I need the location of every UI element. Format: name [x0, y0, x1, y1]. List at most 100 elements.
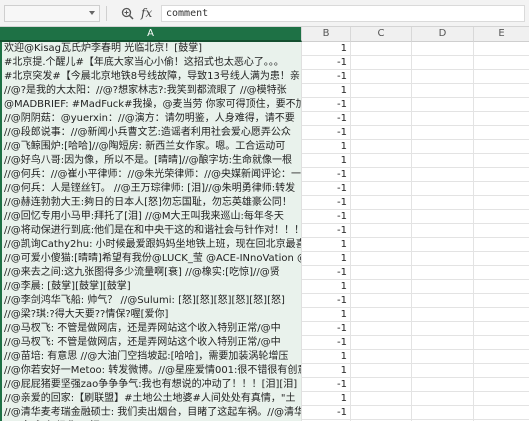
cell-label[interactable]: 1 [302, 350, 351, 364]
empty-cell[interactable] [412, 56, 474, 70]
empty-cell[interactable] [351, 154, 412, 168]
empty-cell[interactable] [412, 266, 474, 280]
cell-label[interactable]: -1 [302, 266, 351, 280]
cell-comment[interactable]: //@来去之间:这九张图得多少流量啊[衰] //@橡实:[吃惊]//@贤 [0, 266, 302, 280]
empty-cell[interactable] [412, 196, 474, 210]
column-header-a[interactable]: A [0, 27, 302, 42]
cell-comment[interactable]: //@亲爱的回家:【刷联盟】#土地公土地婆#人间处处有真情，"土 [0, 392, 302, 406]
empty-cell[interactable] [351, 196, 412, 210]
cell-comment[interactable]: #北京提.个醒儿#【年底大家当心小偷！这招式也太恶心了。。。 [0, 56, 302, 70]
empty-cell[interactable] [412, 98, 474, 112]
cell-comment[interactable]: //@将动保进行到底:他们是在和中央干这的和谐社会与针作对！！！ [0, 224, 302, 238]
empty-cell[interactable] [351, 308, 412, 322]
empty-cell[interactable] [351, 210, 412, 224]
cell-label[interactable]: 1 [302, 252, 351, 266]
cell-comment[interactable]: //@屁屁猪要坚强zao争争争气:我也有想说的冲动了！！！[泪][泪] [0, 378, 302, 392]
cell-label[interactable]: 1 [302, 140, 351, 154]
empty-cell[interactable] [351, 280, 412, 294]
cell-label[interactable]: -1 [302, 322, 351, 336]
cell-label[interactable]: -1 [302, 378, 351, 392]
empty-cell[interactable] [474, 238, 529, 252]
empty-cell[interactable] [351, 126, 412, 140]
empty-cell[interactable] [474, 336, 529, 350]
empty-cell[interactable] [412, 336, 474, 350]
cell-label[interactable]: 1 [302, 308, 351, 322]
empty-cell[interactable] [351, 252, 412, 266]
cell-label[interactable]: 1 [302, 364, 351, 378]
empty-cell[interactable] [474, 98, 529, 112]
empty-cell[interactable] [412, 210, 474, 224]
empty-cell[interactable] [351, 70, 412, 84]
empty-cell[interactable] [474, 154, 529, 168]
empty-cell[interactable] [474, 224, 529, 238]
empty-cell[interactable] [351, 238, 412, 252]
cell-comment[interactable]: //@可爱小傻猫:[晴晴]希望有我份@LUCK_莹 @ACE-INnoVatio… [0, 252, 302, 266]
empty-cell[interactable] [474, 84, 529, 98]
empty-cell[interactable] [412, 294, 474, 308]
empty-cell[interactable] [474, 294, 529, 308]
empty-cell[interactable] [474, 70, 529, 84]
empty-cell[interactable] [351, 392, 412, 406]
cell-comment[interactable]: //@梁?琪:?得大天要??情保?喔[爱你] [0, 308, 302, 322]
empty-cell[interactable] [351, 322, 412, 336]
cell-label[interactable]: -1 [302, 406, 351, 420]
empty-cell[interactable] [351, 350, 412, 364]
empty-cell[interactable] [412, 112, 474, 126]
empty-cell[interactable] [412, 322, 474, 336]
empty-cell[interactable] [351, 168, 412, 182]
empty-cell[interactable] [412, 350, 474, 364]
cell-comment[interactable]: #北京突发#【今晨北京地铁8号线故障，导致13号线人满为患！亲 [0, 70, 302, 84]
cell-comment[interactable]: //@李晨: [鼓掌][鼓掌][鼓掌] [0, 280, 302, 294]
cell-comment[interactable]: //@飞鲸围炉:[哈哈]//@陶短房: 新西兰女作家。嗯。工合运动可 [0, 140, 302, 154]
empty-cell[interactable] [351, 56, 412, 70]
empty-cell[interactable] [474, 252, 529, 266]
empty-cell[interactable] [412, 364, 474, 378]
empty-cell[interactable] [351, 294, 412, 308]
cell-comment[interactable]: //@回忆专用小马甲:拜托了[泪] //@M大王叫我来巡山:每年冬天 [0, 210, 302, 224]
cell-comment[interactable]: //@李剑鸿华飞船: 帅气？ //@Sulumi: [怒][怒][怒][怒][怒… [0, 294, 302, 308]
empty-cell[interactable] [474, 182, 529, 196]
empty-cell[interactable] [474, 196, 529, 210]
empty-cell[interactable] [474, 140, 529, 154]
chevron-down-icon[interactable] [89, 11, 95, 15]
empty-cell[interactable] [474, 266, 529, 280]
empty-cell[interactable] [474, 322, 529, 336]
empty-cell[interactable] [351, 84, 412, 98]
empty-cell[interactable] [412, 406, 474, 420]
cell-comment[interactable]: @MADBRIEF: #MadFuck#我操，@麦当劳 你家可得顶住，要不加班 [0, 98, 302, 112]
cell-label[interactable]: -1 [302, 112, 351, 126]
cell-comment[interactable]: //@清华麦考瑞金融硕士: 我们卖出烟台，目睹了这起车祸。//@清华 [0, 406, 302, 420]
empty-cell[interactable] [412, 378, 474, 392]
cell-label[interactable]: -1 [302, 294, 351, 308]
empty-cell[interactable] [412, 154, 474, 168]
empty-cell[interactable] [412, 84, 474, 98]
cell-label[interactable]: -1 [302, 168, 351, 182]
empty-cell[interactable] [351, 182, 412, 196]
empty-cell[interactable] [412, 168, 474, 182]
empty-cell[interactable] [474, 168, 529, 182]
empty-cell[interactable] [412, 392, 474, 406]
cell-label[interactable]: 1 [302, 84, 351, 98]
cell-comment[interactable]: //@你若安好一Metoo: 转发微博。//@星座爱情001:很不错很有创意 [0, 364, 302, 378]
empty-cell[interactable] [474, 364, 529, 378]
cell-label[interactable]: 1 [302, 154, 351, 168]
empty-cell[interactable] [412, 252, 474, 266]
cell-comment[interactable]: //@何兵：//@崔小平律师：//@朱光荣律师：//@央媒新闻评论：一盘菜 [0, 168, 302, 182]
empty-cell[interactable] [474, 392, 529, 406]
cell-label[interactable]: 1 [302, 238, 351, 252]
cell-comment[interactable]: //@好鸟八哥:因为像，所以不是。[晴晴]//@酿字坊:生命就像一根 [0, 154, 302, 168]
column-header-c[interactable]: C [351, 27, 412, 42]
cell-comment[interactable]: //@段郎说事：//@新闻小兵曹文艺:造谣者利用社会爱心愿弄公众 [0, 126, 302, 140]
cell-label[interactable]: -1 [302, 98, 351, 112]
empty-cell[interactable] [351, 378, 412, 392]
empty-cell[interactable] [474, 126, 529, 140]
cell-label[interactable]: -1 [302, 210, 351, 224]
empty-cell[interactable] [412, 140, 474, 154]
cell-label[interactable]: -1 [302, 182, 351, 196]
empty-cell[interactable] [351, 406, 412, 420]
name-box[interactable]: A1 [4, 5, 100, 22]
empty-cell[interactable] [474, 42, 529, 56]
column-header-b[interactable]: B [302, 27, 351, 42]
empty-cell[interactable] [474, 280, 529, 294]
cell-label[interactable]: -1 [302, 224, 351, 238]
